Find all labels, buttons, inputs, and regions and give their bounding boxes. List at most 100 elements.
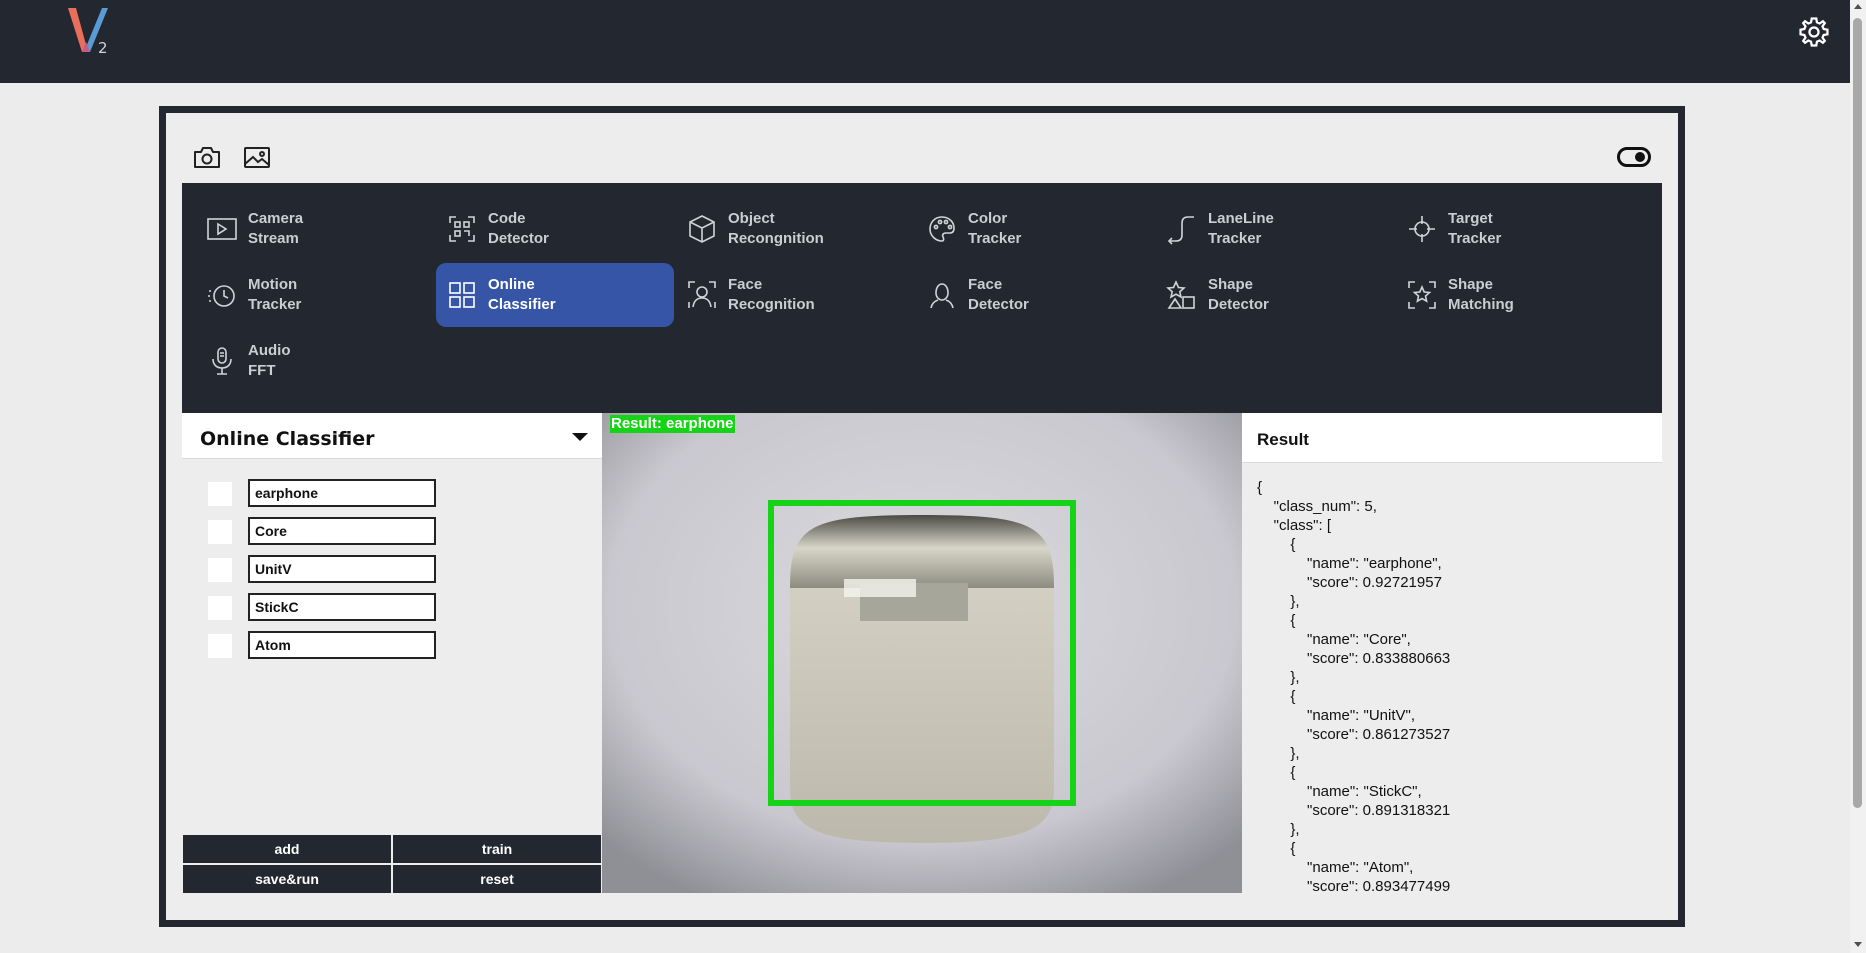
menu-label-2: FFT: [248, 362, 276, 379]
menu-label-1: Color: [968, 210, 1008, 227]
chevron-down-icon[interactable]: [572, 433, 588, 441]
classifier-panel: Online Classifier earphone Core UnitV St…: [182, 413, 602, 893]
class-name-input[interactable]: UnitV: [248, 555, 436, 583]
menu-label-2: Recognition: [728, 296, 815, 313]
qr-icon: [449, 216, 475, 242]
class-name-input[interactable]: Atom: [248, 631, 436, 659]
menu-item-online-classifier[interactable]: Online Classifier: [436, 263, 674, 327]
class-checkbox[interactable]: [208, 520, 232, 544]
menu-item-object-recognition[interactable]: Object Recongnition: [676, 197, 914, 261]
result-json-line: {: [1257, 764, 1296, 781]
class-checkbox[interactable]: [208, 634, 232, 658]
lane-icon: [1167, 216, 1194, 245]
menu-label-2: Tracker: [1448, 230, 1502, 247]
top-bar: 2: [0, 0, 1850, 83]
menu-item-shape-detector[interactable]: Shape Detector: [1156, 263, 1394, 327]
result-json-line: "name": "Atom",: [1257, 859, 1414, 876]
class-row: StickC: [208, 593, 508, 621]
shapes-icon: [1166, 280, 1195, 309]
result-json-line: "name": "UnitV",: [1257, 707, 1416, 724]
camera-view: Result: earphone: [602, 413, 1242, 893]
menu-item-motion-tracker[interactable]: Motion Tracker: [196, 263, 434, 327]
result-json-line: {: [1257, 479, 1263, 496]
scroll-up-arrow[interactable]: [1854, 4, 1862, 9]
detection-box: [768, 500, 1076, 806]
menu-item-laneline-tracker[interactable]: LaneLine Tracker: [1156, 197, 1394, 261]
menu-label-2: Tracker: [1208, 230, 1262, 247]
mic-icon: [212, 347, 232, 375]
classifier-header: Online Classifier: [182, 413, 602, 459]
menu-label-2: Tracker: [248, 296, 302, 313]
result-json-line: "score": 0.92721957: [1257, 574, 1442, 591]
result-json-line: "score": 0.893477499: [1257, 878, 1451, 893]
result-json-line: "name": "Core",: [1257, 631, 1411, 648]
class-name-input[interactable]: StickC: [248, 593, 436, 621]
play-icon: [207, 218, 237, 240]
menu-label-2: Stream: [248, 230, 299, 247]
menu-label-2: Recongnition: [728, 230, 824, 247]
motion-icon: [208, 285, 235, 307]
result-json-line: "score": 0.891318321: [1257, 802, 1451, 819]
menu-label-1: LaneLine: [1208, 210, 1274, 227]
crosshair-icon: [1409, 216, 1435, 242]
result-json-line: {: [1257, 536, 1296, 553]
grid-icon: [449, 282, 475, 308]
menu-label-2: Detector: [968, 296, 1029, 313]
face-icon: [930, 283, 954, 309]
image-icon[interactable]: [242, 144, 272, 170]
menu-item-face-detector[interactable]: Face Detector: [916, 263, 1154, 327]
class-name-input[interactable]: earphone: [248, 479, 436, 507]
result-title: Result: [1257, 430, 1309, 449]
toggle-knob: [1635, 152, 1645, 162]
result-json-line: },: [1257, 821, 1300, 838]
menu-label-1: Target: [1448, 210, 1493, 227]
menu-label-1: Online: [488, 276, 535, 293]
menu-label-2: Tracker: [968, 230, 1022, 247]
add-button[interactable]: add: [183, 835, 391, 863]
class-row: Core: [208, 517, 508, 545]
class-name-input[interactable]: Core: [248, 517, 436, 545]
result-json-line: "class_num": 5,: [1257, 498, 1377, 515]
menu-label-1: Audio: [248, 342, 291, 359]
menu-label-1: Shape: [1448, 276, 1494, 293]
result-json-line: },: [1257, 745, 1300, 762]
classifier-title: Online Classifier: [200, 428, 375, 450]
result-json: { "class_num": 5, "class": [ { "name": "…: [1257, 478, 1450, 893]
reset-button[interactable]: reset: [393, 865, 601, 893]
menu-label-2: Detector: [488, 230, 549, 247]
menu-item-target-tracker[interactable]: Target Tracker: [1396, 197, 1634, 261]
cube-icon: [689, 215, 715, 243]
menu-item-face-recognition[interactable]: Face Recognition: [676, 263, 914, 327]
result-json-line: "name": "earphone",: [1257, 555, 1442, 572]
menu-item-audio-fft[interactable]: Audio FFT: [196, 329, 434, 393]
logo-version: 2: [98, 39, 108, 57]
function-menu: Camera Stream Code Detector Object Recongni…: [182, 183, 1662, 413]
result-json-line: "name": "StickC",: [1257, 783, 1422, 800]
menu-item-shape-matching[interactable]: Shape Matching: [1396, 263, 1634, 327]
palette-icon: [929, 216, 955, 242]
scrollbar-thumb[interactable]: [1853, 18, 1862, 808]
class-checkbox[interactable]: [208, 596, 232, 620]
gear-icon[interactable]: [1797, 15, 1831, 49]
menu-label-1: Code: [488, 210, 526, 227]
class-checkbox[interactable]: [208, 482, 232, 506]
toggle-switch[interactable]: [1617, 147, 1651, 167]
menu-item-camera-stream[interactable]: Camera Stream: [196, 197, 434, 261]
train-button[interactable]: train: [393, 835, 601, 863]
class-checkbox[interactable]: [208, 558, 232, 582]
scroll-down-arrow[interactable]: [1854, 942, 1862, 947]
result-json-line: "class": [: [1257, 517, 1331, 534]
save-run-button[interactable]: save&run: [183, 865, 391, 893]
result-header: Result: [1242, 413, 1662, 463]
menu-label-2: Classifier: [488, 296, 556, 313]
camera-icon[interactable]: [192, 144, 222, 170]
result-json-line: {: [1257, 840, 1296, 857]
menu-label-1: Motion: [248, 276, 298, 293]
result-json-line: },: [1257, 593, 1300, 610]
menu-label-1: Shape: [1208, 276, 1254, 293]
menu-item-code-detector[interactable]: Code Detector: [436, 197, 674, 261]
result-label: Result: earphone: [610, 415, 735, 433]
menu-item-color-tracker[interactable]: Color Tracker: [916, 197, 1154, 261]
result-json-line: {: [1257, 688, 1296, 705]
menu-label-2: Detector: [1208, 296, 1269, 313]
